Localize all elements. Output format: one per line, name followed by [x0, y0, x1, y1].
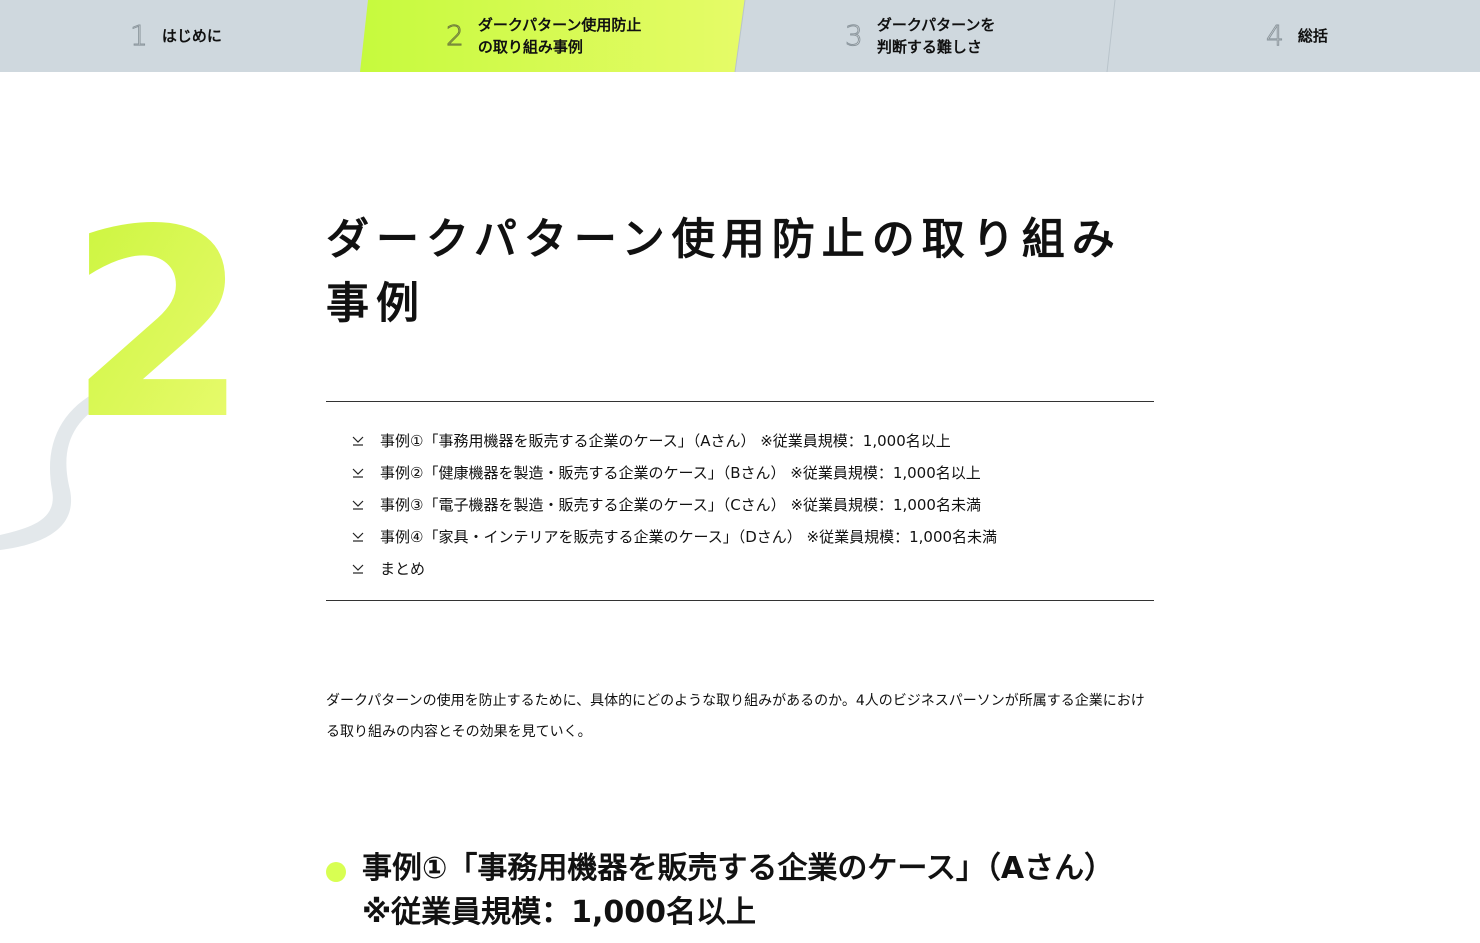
chevron-down-underline-icon [352, 500, 364, 510]
toc-item-case-2[interactable]: 事例②「健康機器を製造・販売する企業のケース」（Bさん） ※従業員規模：1,00… [350, 456, 1154, 488]
chevron-down-underline-icon [352, 468, 364, 478]
section-heading-case-1: 事例①「事務用機器を販売する企業のケース」（Aさん） ※従業員規模：1,000名… [326, 847, 1156, 935]
chevron-down-underline-icon [352, 532, 364, 542]
step-label: 総括 [1297, 27, 1328, 45]
chevron-down-underline-icon [352, 436, 364, 446]
step-number: 1 [130, 19, 149, 52]
chevron-down-underline-icon [352, 564, 364, 574]
toc-item-case-3[interactable]: 事例③「電子機器を製造・販売する企業のケース」（Cさん） ※従業員規模：1,00… [350, 488, 1154, 520]
section-heading-text: 事例①「事務用機器を販売する企業のケース」（Aさん） ※従業員規模：1,000名… [362, 851, 1115, 930]
step-number: 4 [1266, 19, 1285, 52]
step-number: 2 [446, 19, 465, 52]
page-title: ダークパターン使用防止の取り組み事例 [326, 215, 1122, 329]
section-numeral-graphic: 2 [0, 190, 240, 550]
intro-paragraph: ダークパターンの使用を防止するために、具体的にどのような取り組みがあるのか。4人… [326, 693, 1145, 740]
bullet-dot-icon [326, 862, 346, 882]
section-numeral: 2 [68, 190, 240, 477]
step-navigation-background [0, 0, 1480, 72]
step-label: ダークパターン使用防止 の取り組み事例 [477, 16, 642, 56]
toc-item-label: 事例③「電子機器を製造・販売する企業のケース」（Cさん） ※従業員規模：1,00… [380, 495, 981, 514]
step-4-summary[interactable]: 4 総括 [1266, 0, 1328, 72]
toc-item-label: 事例④「家具・インテリアを販売する企業のケース」（Dさん） ※従業員規模：1,0… [380, 527, 998, 546]
step-2-case-studies[interactable]: 2 ダークパターン使用防止 の取り組み事例 [446, 0, 642, 72]
step-navigation: 1 はじめに 2 ダークパターン使用防止 の取り組み事例 3 ダークパターンを … [0, 0, 1480, 72]
toc-item-label: 事例②「健康機器を製造・販売する企業のケース」（Bさん） ※従業員規模：1,00… [380, 463, 981, 482]
step-3-difficulty[interactable]: 3 ダークパターンを 判断する難しさ [845, 0, 996, 72]
toc-item-case-4[interactable]: 事例④「家具・インテリアを販売する企業のケース」（Dさん） ※従業員規模：1,0… [350, 520, 1154, 552]
toc-item-label: 事例①「事務用機器を販売する企業のケース」（Aさん） ※従業員規模：1,000名… [380, 431, 951, 450]
toc-item-label: まとめ [380, 559, 426, 578]
toc-item-summary[interactable]: まとめ [350, 552, 1154, 584]
step-label: はじめに [161, 27, 222, 45]
table-of-contents: 事例①「事務用機器を販売する企業のケース」（Aさん） ※従業員規模：1,000名… [326, 401, 1154, 601]
page: 1 はじめに 2 ダークパターン使用防止 の取り組み事例 3 ダークパターンを … [0, 0, 1480, 943]
step-1-hajimeni[interactable]: 1 はじめに [130, 0, 222, 72]
step-number: 3 [845, 19, 864, 52]
toc-item-case-1[interactable]: 事例①「事務用機器を販売する企業のケース」（Aさん） ※従業員規模：1,000名… [350, 424, 1154, 456]
step-label: ダークパターンを 判断する難しさ [876, 16, 996, 56]
